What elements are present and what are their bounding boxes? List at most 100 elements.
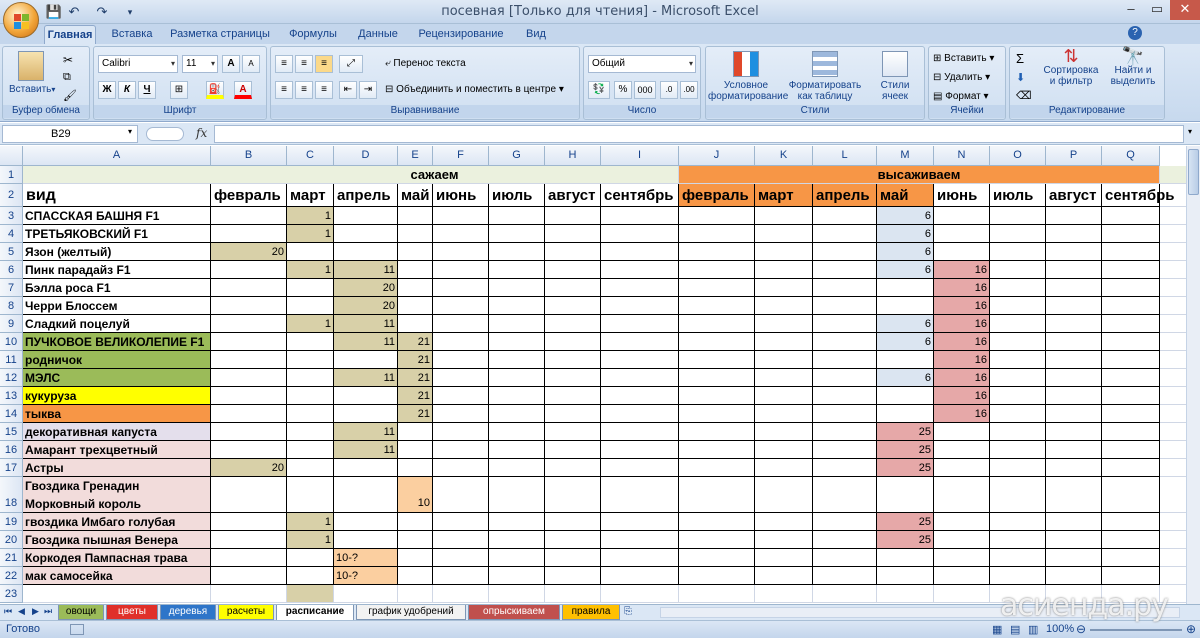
align-right-button[interactable]: ≡ [315, 81, 333, 99]
cell-H18[interactable] [545, 477, 601, 513]
cell-K18[interactable] [755, 477, 813, 513]
cell-B22[interactable] [211, 567, 287, 585]
cell-L9[interactable] [813, 315, 877, 333]
cell-Q8[interactable] [1102, 297, 1160, 315]
cell-J20[interactable] [679, 531, 755, 549]
cell-D17[interactable] [334, 459, 398, 477]
cell-G5[interactable] [489, 243, 545, 261]
cell-D10[interactable]: 11 [334, 333, 398, 351]
cell-O18[interactable] [990, 477, 1046, 513]
cell-D18[interactable] [334, 477, 398, 513]
cell-B5[interactable]: 20 [211, 243, 287, 261]
cell-F20[interactable] [433, 531, 489, 549]
borders-button[interactable]: ⊞ [170, 81, 188, 99]
cell-C13[interactable] [287, 387, 334, 405]
cell-R12[interactable] [1160, 369, 1186, 387]
cell-H14[interactable] [545, 405, 601, 423]
cell-N5[interactable] [934, 243, 990, 261]
cell-D5[interactable] [334, 243, 398, 261]
cell-C17[interactable] [287, 459, 334, 477]
cell-J18[interactable] [679, 477, 755, 513]
cell-K16[interactable] [755, 441, 813, 459]
cell-I10[interactable] [601, 333, 679, 351]
cell-C21[interactable] [287, 549, 334, 567]
cell-R8[interactable] [1160, 297, 1186, 315]
header-plant-band[interactable]: высаживаем [679, 166, 1160, 184]
cell-P13[interactable] [1046, 387, 1102, 405]
cell-R22[interactable] [1160, 567, 1186, 585]
cell-F8[interactable] [433, 297, 489, 315]
cell-F5[interactable] [433, 243, 489, 261]
column-header-L[interactable]: L [813, 146, 877, 166]
cell-P17[interactable] [1046, 459, 1102, 477]
cell-L10[interactable] [813, 333, 877, 351]
cell-A3[interactable]: СПАССКАЯ БАШНЯ F1 [23, 207, 211, 225]
cell-M7[interactable] [877, 279, 934, 297]
insert-cells-button[interactable]: ⊞ Вставить ▾ [933, 53, 994, 64]
cell-P14[interactable] [1046, 405, 1102, 423]
cell-J21[interactable] [679, 549, 755, 567]
cell-O12[interactable] [990, 369, 1046, 387]
sheet-nav-first-icon[interactable]: ⏮ [4, 606, 12, 617]
cell-Q20[interactable] [1102, 531, 1160, 549]
cell-H12[interactable] [545, 369, 601, 387]
cell-M12[interactable]: 6 [877, 369, 934, 387]
cell-G18[interactable] [489, 477, 545, 513]
cell-E16[interactable] [398, 441, 433, 459]
row-header-12[interactable]: 12 [0, 369, 23, 387]
sheet-nav-prev-icon[interactable]: ◀ [18, 606, 25, 617]
cell-L8[interactable] [813, 297, 877, 315]
cell-M6[interactable]: 6 [877, 261, 934, 279]
cell-H22[interactable] [545, 567, 601, 585]
cell-N2[interactable]: июнь [934, 184, 990, 207]
cell-N20[interactable] [934, 531, 990, 549]
cell-O21[interactable] [990, 549, 1046, 567]
cell-A7[interactable]: Бэлла роса F1 [23, 279, 211, 297]
cell-I13[interactable] [601, 387, 679, 405]
insert-sheet-icon[interactable]: ⎘ [624, 606, 632, 617]
cell-N14[interactable]: 16 [934, 405, 990, 423]
sheet-tab-vegetables[interactable]: овощи [58, 605, 104, 620]
cell-P4[interactable] [1046, 225, 1102, 243]
cell-O6[interactable] [990, 261, 1046, 279]
cell-H8[interactable] [545, 297, 601, 315]
cell-M4[interactable]: 6 [877, 225, 934, 243]
cell-F12[interactable] [433, 369, 489, 387]
paste-button[interactable]: Вставить▾ [9, 51, 55, 95]
row-header-10[interactable]: 10 [0, 333, 23, 351]
cell-Q11[interactable] [1102, 351, 1160, 369]
cell-R7[interactable] [1160, 279, 1186, 297]
cell-L5[interactable] [813, 243, 877, 261]
cell-I20[interactable] [601, 531, 679, 549]
cell-F13[interactable] [433, 387, 489, 405]
cell-K3[interactable] [755, 207, 813, 225]
cell-N23[interactable] [934, 585, 990, 603]
cell-P21[interactable] [1046, 549, 1102, 567]
cell-N12[interactable]: 16 [934, 369, 990, 387]
cell-H3[interactable] [545, 207, 601, 225]
cell-R11[interactable] [1160, 351, 1186, 369]
cell-M20[interactable]: 25 [877, 531, 934, 549]
cell-D19[interactable] [334, 513, 398, 531]
cell-O20[interactable] [990, 531, 1046, 549]
cell-N6[interactable]: 16 [934, 261, 990, 279]
cell-K5[interactable] [755, 243, 813, 261]
cell-F18[interactable] [433, 477, 489, 513]
align-left-button[interactable]: ≡ [275, 81, 293, 99]
row-header-17[interactable]: 17 [0, 459, 23, 477]
cell-H19[interactable] [545, 513, 601, 531]
cell-K6[interactable] [755, 261, 813, 279]
cell-A9[interactable]: Сладкий поцелуй [23, 315, 211, 333]
cell-I15[interactable] [601, 423, 679, 441]
cell-C3[interactable]: 1 [287, 207, 334, 225]
cell-R20[interactable] [1160, 531, 1186, 549]
cell-N7[interactable]: 16 [934, 279, 990, 297]
name-box-dropdown-icon[interactable]: ▾ [128, 127, 132, 136]
cell-N22[interactable] [934, 567, 990, 585]
cell-Q9[interactable] [1102, 315, 1160, 333]
orientation-button[interactable]: ⤢ [339, 55, 363, 73]
cell-A4[interactable]: ТРЕТЬЯКОВСКИЙ F1 [23, 225, 211, 243]
cell-R1[interactable] [1160, 166, 1186, 184]
cell-N10[interactable]: 16 [934, 333, 990, 351]
cell-R18[interactable] [1160, 477, 1186, 513]
